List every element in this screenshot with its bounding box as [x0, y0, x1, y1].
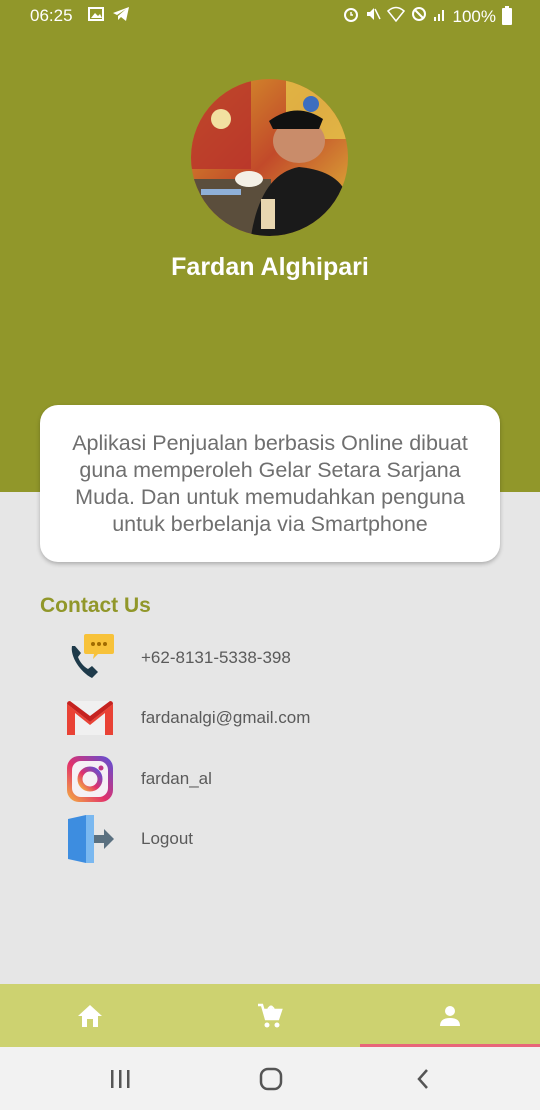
phone-chat-icon — [64, 632, 116, 684]
gmail-icon — [64, 692, 116, 744]
person-icon — [440, 1005, 460, 1026]
contact-phone-label: +62-8131-5338-398 — [141, 648, 291, 667]
battery-percent: 100% — [452, 6, 496, 26]
contact-title: Contact Us — [40, 594, 151, 617]
profile-name: Fardan Alghipari — [171, 253, 369, 281]
android-nav-bar — [0, 1047, 540, 1110]
recents-icon — [111, 1070, 130, 1088]
home-circle-icon — [259, 1067, 283, 1091]
signal-icon — [433, 6, 447, 27]
mute-icon — [365, 6, 381, 27]
back-icon — [417, 1069, 428, 1089]
back-button[interactable] — [403, 1065, 443, 1093]
status-time: 06:25 — [30, 6, 73, 25]
about-card: Aplikasi Penjualan berbasis Online dibua… — [40, 405, 500, 562]
bottom-nav — [0, 984, 540, 1047]
telegram-icon — [112, 6, 130, 27]
battery-icon — [502, 6, 512, 25]
wifi-icon — [386, 6, 405, 27]
cart-icon — [258, 1003, 283, 1027]
status-bar: 06:25 100% — [0, 0, 540, 32]
instagram-icon — [64, 753, 116, 805]
logout-button[interactable]: Logout — [64, 813, 484, 865]
about-text: Aplikasi Penjualan berbasis Online dibua… — [72, 430, 468, 536]
image-icon — [88, 6, 104, 27]
alarm-icon — [343, 6, 359, 27]
dnd-icon — [411, 6, 427, 27]
contact-instagram-label: fardan_al — [141, 769, 212, 788]
nav-cart[interactable] — [180, 984, 360, 1047]
contact-instagram[interactable]: fardan_al — [64, 753, 484, 805]
nav-profile[interactable] — [360, 984, 540, 1047]
home-icon — [78, 1004, 102, 1027]
profile-avatar — [191, 79, 348, 236]
contact-phone[interactable]: +62-8131-5338-398 — [64, 632, 484, 684]
nav-home[interactable] — [0, 984, 180, 1047]
contact-email[interactable]: fardanalgi@gmail.com — [64, 692, 484, 744]
contact-email-label: fardanalgi@gmail.com — [141, 708, 311, 727]
logout-label: Logout — [141, 829, 193, 848]
home-button[interactable] — [251, 1065, 291, 1093]
logout-icon — [64, 813, 116, 865]
recents-button[interactable] — [100, 1065, 140, 1093]
